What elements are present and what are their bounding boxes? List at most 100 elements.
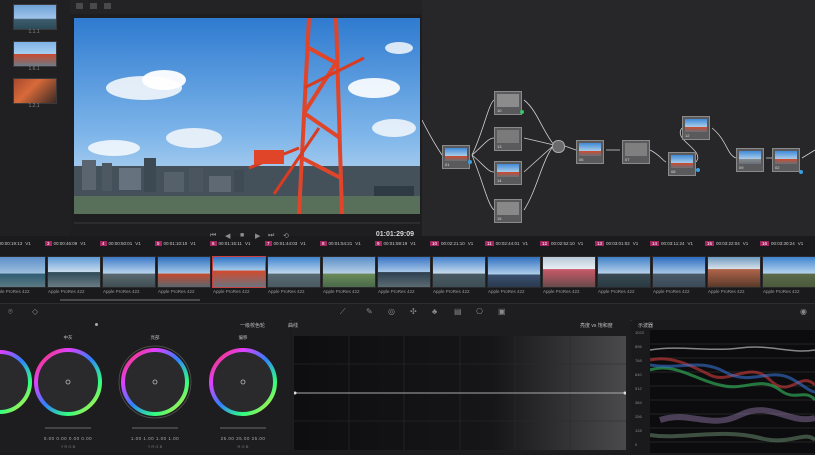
node-output-port[interactable] bbox=[468, 160, 472, 164]
clip-track: V1 bbox=[797, 241, 804, 246]
clip-track: V1 bbox=[632, 241, 639, 246]
wheel-values-highlights[interactable]: 1.00 1.00 1.00 1.00 bbox=[120, 436, 190, 441]
clip-thumbnail[interactable] bbox=[47, 256, 101, 288]
clip-number: 10 bbox=[430, 241, 440, 246]
gallery-still-2[interactable] bbox=[13, 41, 57, 67]
key-icon[interactable]: ⎔ bbox=[476, 307, 483, 316]
qualifier-icon[interactable]: ✎ bbox=[366, 307, 373, 316]
wheel-keys-midtones: Y R G B bbox=[60, 444, 76, 449]
gallery-still-label: 1.6.1 bbox=[28, 66, 40, 72]
play-button[interactable]: ▶ bbox=[255, 232, 260, 240]
clip-scrollbar[interactable] bbox=[60, 299, 200, 301]
clip-thumbnail[interactable] bbox=[432, 256, 486, 288]
clip-thumbnail[interactable] bbox=[377, 256, 431, 288]
scope-scale-label: 640 bbox=[635, 372, 642, 377]
clip-thumbnail[interactable] bbox=[267, 256, 321, 288]
clip-codec: Apple ProRes 422 bbox=[653, 289, 690, 294]
curves-icon[interactable]: ⟋ bbox=[340, 307, 346, 317]
parallel-mixer-node[interactable] bbox=[552, 140, 565, 153]
clip-thumbnail[interactable] bbox=[102, 256, 156, 288]
color-match-icon[interactable]: ⌾ bbox=[8, 307, 13, 317]
clip-number: 9 bbox=[375, 241, 382, 246]
clip-thumbnail[interactable] bbox=[707, 256, 761, 288]
clip-thumbnail[interactable] bbox=[542, 256, 596, 288]
node-14[interactable]: 14 bbox=[494, 161, 522, 185]
clip-track: V1 bbox=[300, 241, 306, 246]
gallery-panel: 1.1.1 1.6.1 1.2.1 bbox=[0, 0, 70, 236]
node-09[interactable]: 09 bbox=[736, 148, 764, 172]
waveform-scope[interactable] bbox=[650, 330, 815, 453]
clip-thumbnail[interactable] bbox=[322, 256, 376, 288]
gallery-still-1[interactable] bbox=[13, 4, 57, 30]
clip-thumbnail[interactable] bbox=[0, 256, 46, 288]
node-output-port[interactable] bbox=[799, 170, 803, 174]
wheel-values-offset[interactable]: 25.00 25.00 25.00 bbox=[208, 436, 278, 441]
node-13[interactable]: 13 bbox=[494, 127, 522, 151]
node-08[interactable]: 08 bbox=[668, 152, 696, 176]
tracker-icon[interactable]: ✣ bbox=[410, 307, 417, 316]
wheel-values-midtones[interactable]: 0.00 0.00 0.00 0.00 bbox=[33, 436, 103, 441]
scopes-toggle-icon[interactable]: ◉ bbox=[800, 307, 807, 316]
clip-thumbnail[interactable] bbox=[652, 256, 706, 288]
go-to-end-button[interactable]: ⏭ bbox=[268, 232, 274, 240]
go-to-start-button[interactable]: ⏮ bbox=[210, 232, 216, 240]
magic-mask-icon[interactable]: ♣ bbox=[432, 307, 437, 316]
clip-codec: Apple ProRes 422 bbox=[433, 289, 470, 294]
node-output-port[interactable] bbox=[696, 168, 700, 172]
node-01[interactable]: 01 bbox=[442, 145, 470, 169]
clip-number: 6 bbox=[210, 241, 217, 246]
gallery-still-label: 1.2.1 bbox=[28, 103, 40, 109]
node-editor[interactable]: 01 10 13 14 15 06 07 12 08 09 02 bbox=[422, 0, 815, 236]
node-15[interactable]: 15 bbox=[494, 199, 522, 223]
clip-codec: Apple ProRes 422 bbox=[0, 289, 30, 294]
clip-header: 9 00:01:58:19 V1 bbox=[375, 241, 430, 251]
stop-button[interactable]: ■ bbox=[240, 232, 244, 239]
node-02[interactable]: 02 bbox=[772, 148, 800, 172]
clip-track: V1 bbox=[577, 241, 584, 246]
clip-thumbnail[interactable] bbox=[597, 256, 651, 288]
viewer-layout-icon[interactable] bbox=[90, 3, 97, 9]
clip-timecode: 00:03:22:04 bbox=[716, 241, 740, 246]
viewer-mode-icon[interactable] bbox=[76, 3, 83, 9]
gallery-still-label: 1.1.1 bbox=[28, 29, 40, 35]
clip-header: 4 00:00:50:01 V1 bbox=[100, 241, 155, 251]
clip-header: 10 00:02:21:10 V1 bbox=[430, 241, 485, 251]
clip-codec: Apple ProRes 422 bbox=[598, 289, 635, 294]
scope-scale-label: 128 bbox=[635, 428, 642, 433]
node-06[interactable]: 06 bbox=[576, 140, 604, 164]
window-icon[interactable]: ◎ bbox=[388, 307, 395, 316]
sizing-icon[interactable]: ▣ bbox=[498, 307, 506, 316]
node-10[interactable]: 10 bbox=[494, 91, 522, 115]
clip-codec: Apple ProRes 422 bbox=[543, 289, 580, 294]
blur-icon[interactable]: ▤ bbox=[454, 307, 462, 316]
node-12[interactable]: 12 bbox=[682, 116, 710, 140]
gallery-still-3[interactable] bbox=[13, 78, 57, 104]
scrub-bar[interactable] bbox=[74, 222, 420, 224]
wheel-label-offset: 偏移 bbox=[238, 335, 248, 340]
loop-button[interactable]: ⟲ bbox=[283, 232, 289, 240]
clip-number: 12 bbox=[540, 241, 550, 246]
clip-thumbnail[interactable] bbox=[762, 256, 815, 288]
clip-timeline: 200:00:19:13V1 Apple ProRes 422 300:00:46:… bbox=[0, 241, 815, 303]
clip-timecode: 00:02:52:10 bbox=[551, 241, 575, 246]
clip-track: V1 bbox=[467, 241, 474, 246]
raw-icon[interactable]: ◇ bbox=[32, 307, 38, 316]
scope-scale-label: 896 bbox=[635, 344, 642, 349]
play-reverse-button[interactable]: ◀ bbox=[225, 232, 230, 240]
clip-number: 14 bbox=[650, 241, 660, 246]
video-frame[interactable] bbox=[74, 18, 420, 214]
clip-track: V1 bbox=[355, 241, 361, 246]
clip-thumbnail[interactable] bbox=[212, 256, 266, 288]
viewer-tool-icon[interactable] bbox=[104, 3, 111, 9]
clip-codec: Apple ProRes 422 bbox=[158, 289, 195, 294]
clip-track: V1 bbox=[80, 241, 86, 246]
clip-thumbnail[interactable] bbox=[487, 256, 541, 288]
clip-thumbnail[interactable] bbox=[157, 256, 211, 288]
clip-timecode: 00:02:44:01 bbox=[495, 241, 520, 246]
curves-mode-select[interactable]: 亮度 vs 饱和度 bbox=[580, 322, 613, 329]
node-07[interactable]: 07 bbox=[622, 140, 650, 164]
node-output-port[interactable] bbox=[520, 110, 524, 114]
curve-graph[interactable] bbox=[293, 336, 627, 450]
clip-header: 8 00:01:54:21 V1 bbox=[320, 241, 375, 251]
viewer-header bbox=[70, 0, 422, 14]
